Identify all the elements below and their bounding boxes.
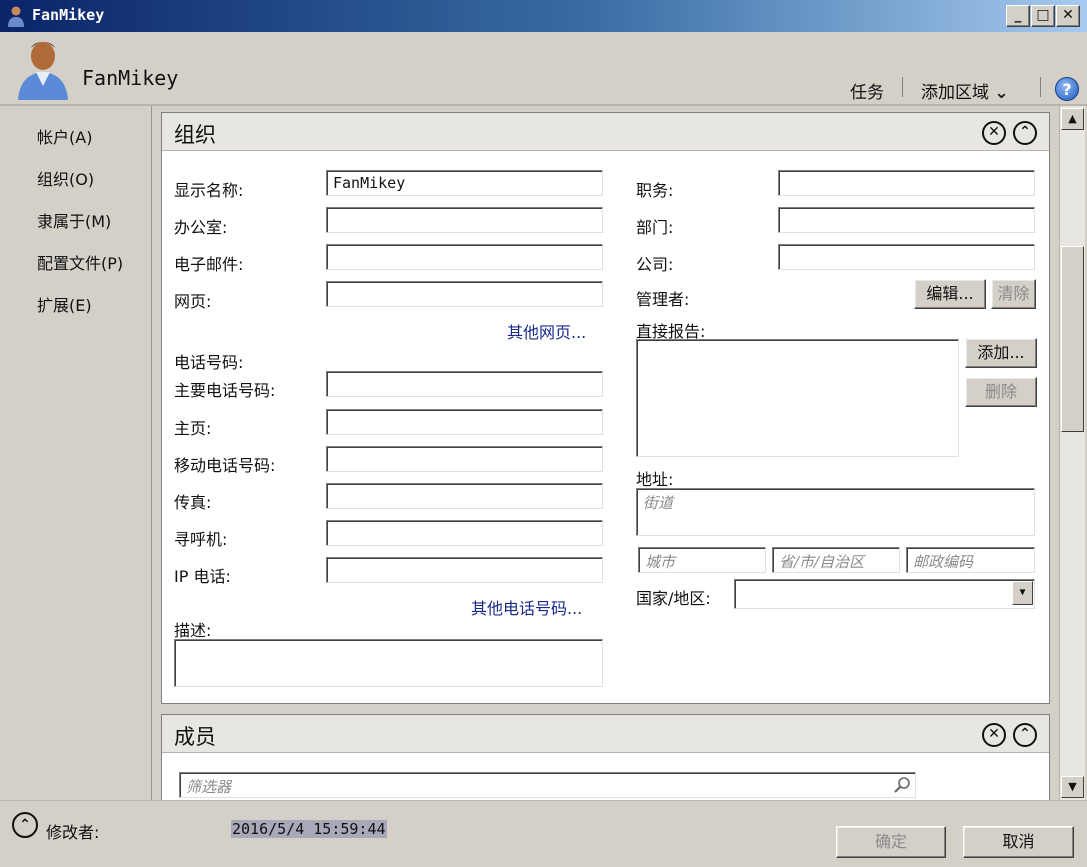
clear-manager-button[interactable]: 清除 — [991, 279, 1036, 309]
modified-by-label: 修改者: — [46, 823, 100, 842]
modified-time: 2016/5/4 15:59:44 — [231, 820, 387, 838]
webpage-field[interactable] — [326, 281, 603, 307]
office-field[interactable] — [326, 207, 603, 233]
separator — [902, 77, 903, 97]
close-section-icon[interactable]: ✕ — [982, 723, 1006, 747]
home-label: 主页: — [174, 419, 212, 438]
user-icon — [8, 6, 24, 27]
main-phone-label: 主要电话号码: — [174, 381, 276, 400]
section-title: 成员 — [174, 725, 216, 749]
members-section: 成员 ✕ ⌃ 筛选器 — [161, 714, 1050, 800]
country-select[interactable]: ▼ — [734, 579, 1035, 609]
add-area-menu[interactable]: 添加区域 ⌄ — [921, 78, 1009, 103]
description-label: 描述: — [174, 621, 212, 640]
fax-field[interactable] — [326, 483, 603, 509]
sidebar-item-profile[interactable]: 配置文件(P) — [37, 250, 123, 274]
search-icon[interactable] — [893, 776, 911, 794]
edit-manager-button[interactable]: 编辑... — [914, 279, 986, 309]
scroll-down-icon[interactable]: ▼ — [1061, 776, 1084, 798]
email-label: 电子邮件: — [174, 255, 244, 274]
address-label: 地址: — [636, 470, 674, 489]
mobile-label: 移动电话号码: — [174, 456, 276, 475]
section-header: 组织 ✕ ⌃ — [162, 113, 1049, 151]
scroll-up-icon[interactable]: ▲ — [1061, 108, 1084, 130]
mobile-field[interactable] — [326, 446, 603, 472]
close-section-icon[interactable]: ✕ — [982, 121, 1006, 145]
chevron-down-icon: ⌄ — [994, 83, 1009, 103]
add-report-button[interactable]: 添加... — [965, 338, 1037, 368]
email-field[interactable] — [326, 244, 603, 270]
display-name-label: 显示名称: — [174, 181, 244, 200]
title-bar: FanMikey _ □ ✕ — [0, 0, 1087, 32]
zip-placeholder: 邮政编码 — [913, 553, 974, 571]
sidebar-item-organization[interactable]: 组织(O) — [37, 166, 94, 190]
user-name: FanMikey — [82, 66, 179, 90]
display-name-field[interactable]: FanMikey — [326, 170, 603, 196]
state-field[interactable]: 省/市/自治区 — [772, 547, 900, 573]
collapse-section-icon[interactable]: ⌃ — [1013, 723, 1037, 747]
street-placeholder: 街道 — [643, 494, 674, 512]
other-webpages-link[interactable]: 其他网页... — [507, 319, 586, 343]
job-title-label: 职务: — [636, 181, 674, 200]
country-label: 国家/地区: — [636, 589, 711, 608]
direct-reports-list[interactable] — [636, 339, 959, 457]
close-button[interactable]: ✕ — [1056, 5, 1080, 27]
minimize-button[interactable]: _ — [1006, 5, 1030, 27]
fax-label: 传真: — [174, 493, 212, 512]
company-label: 公司: — [636, 255, 674, 274]
city-field[interactable]: 城市 — [638, 547, 766, 573]
collapse-section-icon[interactable]: ⌃ — [1013, 121, 1037, 145]
main-phone-field[interactable] — [326, 371, 603, 397]
remove-report-button[interactable]: 删除 — [965, 377, 1037, 407]
sidebar-item-extensions[interactable]: 扩展(E) — [37, 292, 92, 316]
other-phones-link[interactable]: 其他电话号码... — [471, 595, 582, 619]
dropdown-arrow-icon[interactable]: ▼ — [1012, 581, 1033, 605]
ip-phone-label: IP 电话: — [174, 567, 231, 586]
section-title: 组织 — [174, 123, 216, 147]
tasks-menu[interactable]: 任务 — [850, 78, 884, 103]
header: FanMikey 任务 添加区域 ⌄ ? — [0, 32, 1087, 106]
scroll-thumb[interactable] — [1061, 246, 1084, 432]
ok-button[interactable]: 确定 — [836, 826, 946, 858]
description-field[interactable] — [174, 639, 603, 687]
manager-label: 管理者: — [636, 290, 690, 309]
avatar-icon — [18, 42, 68, 100]
phone-numbers-header: 电话号码: — [174, 353, 244, 372]
street-field[interactable]: 街道 — [636, 488, 1035, 536]
help-icon[interactable]: ? — [1055, 77, 1079, 101]
webpage-label: 网页: — [174, 292, 212, 311]
ip-phone-field[interactable] — [326, 557, 603, 583]
zip-field[interactable]: 邮政编码 — [906, 547, 1035, 573]
sidebar-item-member-of[interactable]: 隶属于(M) — [37, 208, 111, 232]
department-label: 部门: — [636, 218, 674, 237]
expand-icon[interactable]: ⌃ — [12, 812, 38, 838]
home-field[interactable] — [326, 409, 603, 435]
pager-label: 寻呼机: — [174, 530, 228, 549]
sidebar: 帐户(A) 组织(O) 隶属于(M) 配置文件(P) 扩展(E) — [0, 106, 152, 800]
office-label: 办公室: — [174, 218, 228, 237]
department-field[interactable] — [778, 207, 1035, 233]
footer: ⌃ 修改者: 2016/5/4 15:59:44 确定 取消 — [0, 800, 1087, 867]
filter-input[interactable]: 筛选器 — [179, 772, 916, 798]
company-field[interactable] — [778, 244, 1035, 270]
sidebar-item-account[interactable]: 帐户(A) — [37, 124, 92, 148]
maximize-button[interactable]: □ — [1031, 5, 1055, 27]
state-placeholder: 省/市/自治区 — [779, 553, 865, 571]
vertical-scrollbar[interactable]: ▲ ▼ — [1059, 106, 1085, 800]
job-title-field[interactable] — [778, 170, 1035, 196]
window-title: FanMikey — [32, 6, 105, 24]
content-area: 组织 ✕ ⌃ 显示名称: FanMikey 办公室: 电子邮件: 网页: 其他网… — [152, 106, 1059, 800]
cancel-button[interactable]: 取消 — [963, 826, 1074, 858]
pager-field[interactable] — [326, 520, 603, 546]
organization-section: 组织 ✕ ⌃ 显示名称: FanMikey 办公室: 电子邮件: 网页: 其他网… — [161, 112, 1050, 704]
filter-placeholder: 筛选器 — [186, 778, 232, 796]
city-placeholder: 城市 — [645, 553, 676, 571]
separator — [1040, 77, 1041, 97]
add-area-label: 添加区域 — [921, 83, 989, 103]
section-header: 成员 ✕ ⌃ — [162, 715, 1049, 753]
